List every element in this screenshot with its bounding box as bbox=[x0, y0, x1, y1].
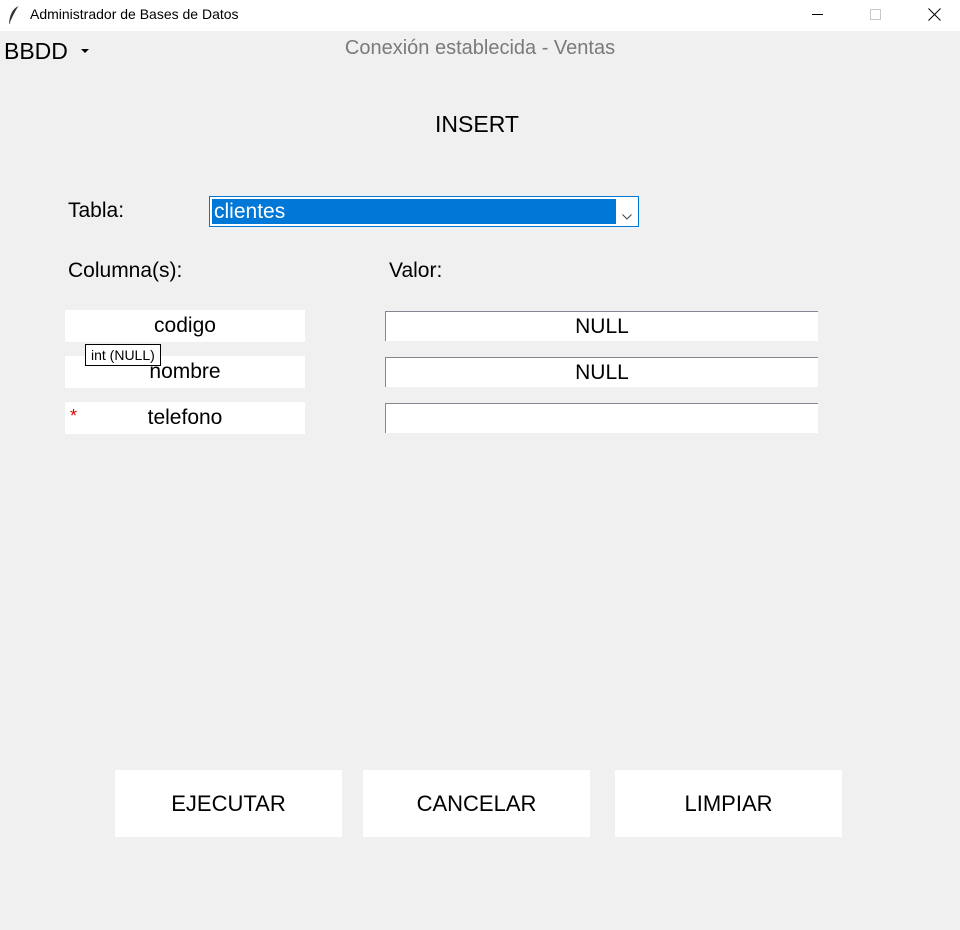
column-label: codigo bbox=[154, 314, 216, 337]
clear-button[interactable]: LIMPIAR bbox=[615, 770, 842, 837]
chevron-down-icon bbox=[622, 207, 632, 225]
title-bar[interactable]: Administrador de Bases de Datos bbox=[0, 0, 960, 31]
table-select[interactable]: clientes bbox=[209, 196, 639, 227]
section-title: INSERT bbox=[435, 111, 519, 137]
table-select-value: clientes bbox=[212, 199, 616, 224]
column-type-tooltip: int (NULL) bbox=[85, 344, 161, 366]
cancel-button[interactable]: CANCELAR bbox=[363, 770, 590, 837]
feather-icon bbox=[7, 5, 21, 25]
value-input-telefono[interactable] bbox=[385, 403, 818, 433]
window-title: Administrador de Bases de Datos bbox=[30, 6, 239, 22]
value-label: Valor: bbox=[389, 259, 443, 282]
column-label: telefono bbox=[147, 406, 223, 429]
minimize-button[interactable] bbox=[795, 0, 841, 31]
execute-button[interactable]: EJECUTAR bbox=[115, 770, 342, 837]
value-input-nombre[interactable]: NULL bbox=[385, 357, 818, 387]
value-input-codigo[interactable]: NULL bbox=[385, 311, 818, 341]
column-name-telefono: * telefono bbox=[65, 402, 305, 434]
close-button[interactable] bbox=[911, 0, 957, 31]
column-name-codigo: codigo bbox=[65, 310, 305, 342]
connection-status: Conexión establecida - Ventas bbox=[344, 37, 616, 59]
columns-label: Columna(s): bbox=[68, 259, 183, 282]
table-label: Tabla: bbox=[68, 199, 125, 222]
maximize-button[interactable] bbox=[853, 0, 899, 31]
